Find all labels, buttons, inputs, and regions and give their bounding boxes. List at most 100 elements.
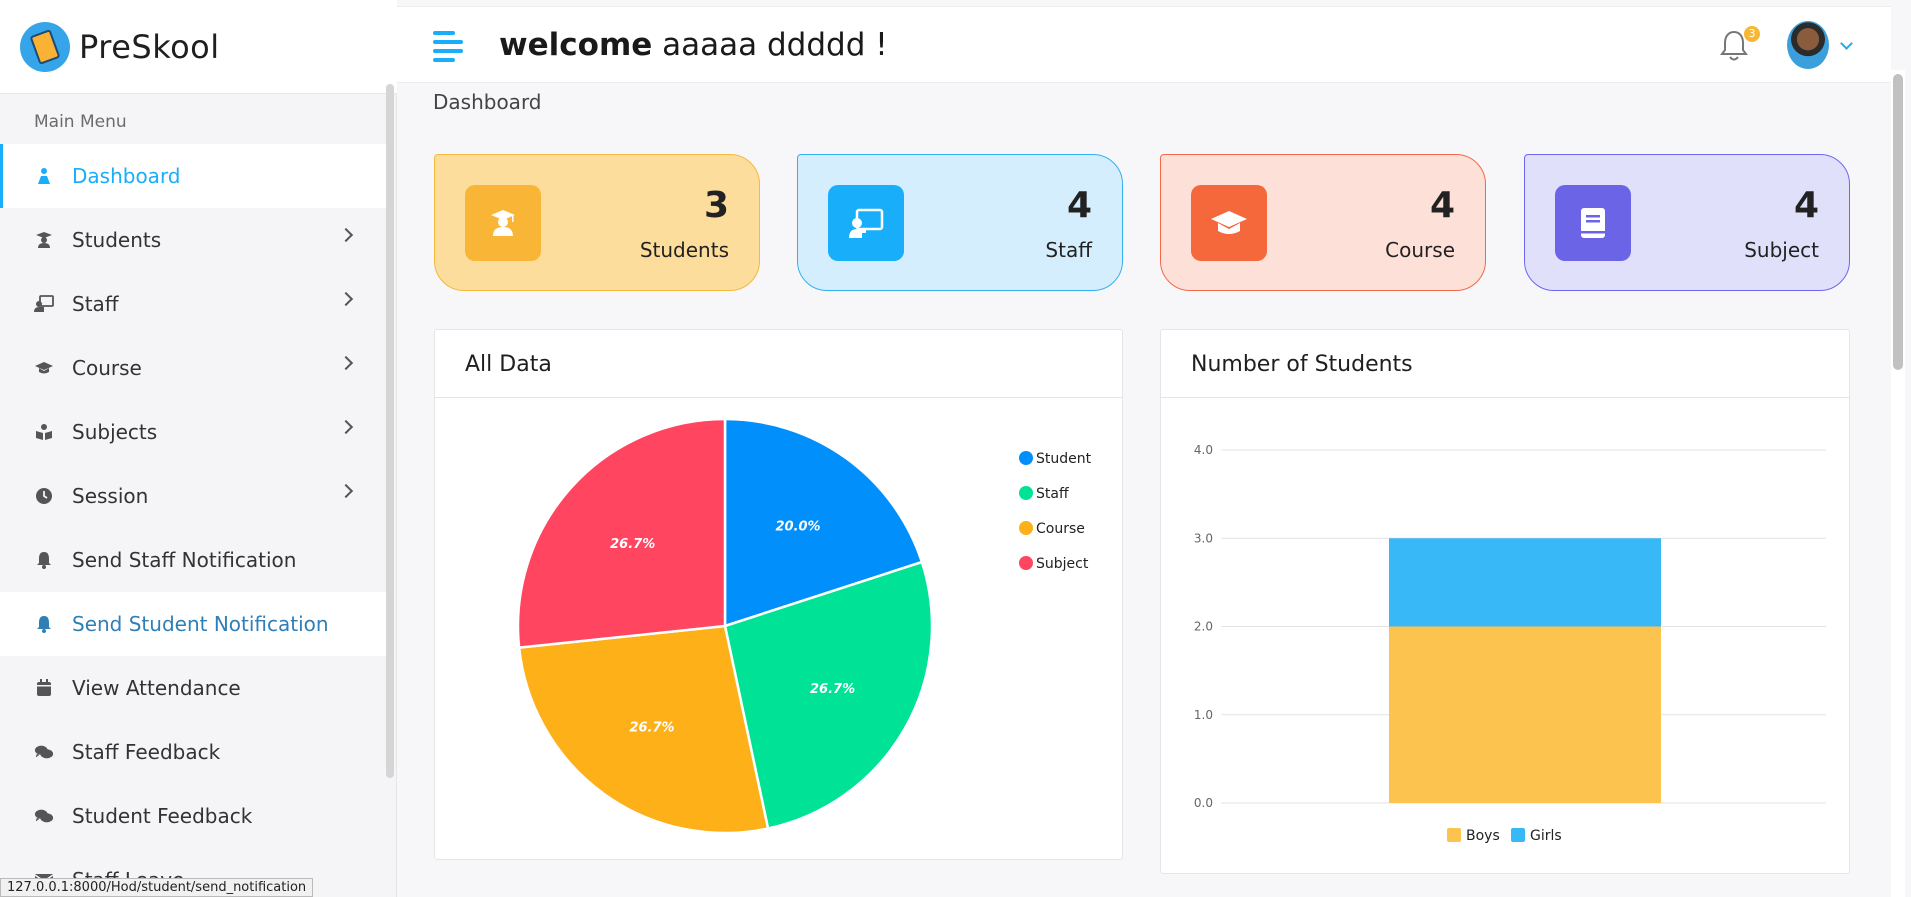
students-label: Students [639, 238, 729, 262]
pie-data-label: 26.7% [629, 720, 674, 735]
subject-count: 4 [1793, 185, 1819, 226]
book-icon [1555, 185, 1631, 261]
dashboard-icon [34, 166, 54, 186]
pie-slice-subject[interactable] [516, 417, 727, 650]
chevron-right-icon[interactable] [338, 291, 354, 307]
sidebar-item-label: Subjects [72, 420, 158, 444]
top-header: welcome aaaaa ddddd ! 3 [397, 6, 1891, 83]
students-chart-panel: Number of Students 0.0 1.0 2.0 3.0 4.0 Boys Gi… [1160, 329, 1850, 874]
legend-marker[interactable] [1019, 486, 1033, 500]
bar-segment-boys[interactable] [1389, 626, 1661, 804]
comments-icon [34, 742, 54, 762]
sidebar-item-label: Course [72, 356, 142, 380]
sidebar-item-dashboard[interactable]: Dashboard [0, 144, 386, 208]
mortarboard-icon [34, 358, 54, 378]
pie-data-label: 20.0% [775, 520, 820, 535]
staff-count: 4 [1066, 185, 1092, 226]
legend-marker[interactable] [1019, 521, 1033, 535]
menu-toggle-icon[interactable] [433, 31, 463, 62]
sidebar-item-course[interactable]: Course [0, 336, 386, 400]
brand-name: PreSkool [79, 27, 220, 66]
legend-marker[interactable] [1019, 451, 1033, 465]
legend-marker[interactable] [1511, 828, 1525, 842]
sidebar-item-staff-feedback[interactable]: Staff Feedback [0, 720, 386, 784]
book-reader-icon [34, 422, 54, 442]
legend-label[interactable]: Course [1036, 521, 1085, 537]
sidebar-item-label: Student Feedback [72, 804, 253, 828]
legend-label[interactable]: Staff [1036, 486, 1069, 502]
sidebar-scrollbar[interactable] [386, 84, 394, 778]
welcome-word: welcome [499, 27, 653, 63]
bell-icon [34, 614, 54, 634]
calendar-icon [34, 678, 54, 698]
subject-label: Subject [1744, 238, 1819, 262]
students-stat-card[interactable]: 3 Students [434, 154, 760, 291]
sidebar-item-view-attendance[interactable]: View Attendance [0, 656, 386, 720]
students-count: 3 [703, 185, 729, 226]
y-tick-label: 3.0 [1194, 531, 1213, 545]
welcome-text: welcome aaaaa ddddd ! [499, 27, 888, 63]
main-menu: Main Menu Dashboard Students Staff Course Su… [0, 94, 386, 897]
graduate-icon [34, 230, 54, 250]
student-icon [465, 185, 541, 261]
status-url: 127.0.0.1:8000/Hod/student/send_notifica… [0, 878, 314, 897]
staff-stat-card[interactable]: 4 Staff [797, 154, 1123, 291]
legend-label[interactable]: Boys [1466, 828, 1500, 844]
y-tick-label: 4.0 [1194, 443, 1213, 457]
sidebar-item-label: Send Staff Notification [72, 548, 297, 572]
sidebar-item-send-staff-notification[interactable]: Send Staff Notification [0, 528, 386, 592]
logo-icon [20, 21, 70, 72]
course-stat-card[interactable]: 4 Course [1160, 154, 1486, 291]
legend-marker[interactable] [1019, 556, 1033, 570]
clock-icon [34, 486, 54, 506]
subject-stat-card[interactable]: 4 Subject [1524, 154, 1850, 291]
y-tick-label: 1.0 [1194, 708, 1213, 722]
comments-icon [34, 806, 54, 826]
chevron-down-icon[interactable] [1840, 37, 1853, 50]
chevron-right-icon[interactable] [338, 419, 354, 435]
sidebar-item-subjects[interactable]: Subjects [0, 400, 386, 464]
sidebar: PreSkool Main Menu Dashboard Students Staf… [0, 0, 397, 897]
menu-title: Main Menu [34, 112, 127, 132]
sidebar-item-staff[interactable]: Staff [0, 272, 386, 336]
sidebar-item-label: Students [72, 228, 162, 252]
teacher-board-icon [828, 185, 904, 261]
y-tick-label: 2.0 [1194, 620, 1213, 634]
sidebar-item-students[interactable]: Students [0, 208, 386, 272]
students-chart-title: Number of Students [1161, 330, 1849, 398]
main-scrollbar[interactable] [1891, 70, 1905, 897]
legend-label[interactable]: Student [1036, 451, 1092, 467]
chalkboard-teacher-icon [34, 294, 54, 314]
sidebar-item-send-student-notification[interactable]: Send Student Notification [0, 592, 386, 656]
pie-data-label: 26.7% [810, 682, 855, 697]
legend-marker[interactable] [1447, 828, 1461, 842]
legend-label[interactable]: Subject [1036, 556, 1089, 572]
students-bar-chart: 0.0 1.0 2.0 3.0 4.0 Boys Girls [1194, 443, 1826, 844]
sidebar-item-label: View Attendance [72, 676, 241, 700]
chevron-right-icon[interactable] [338, 355, 354, 371]
staff-label: Staff [1045, 238, 1092, 262]
bell-icon [34, 550, 54, 570]
course-count: 4 [1429, 185, 1455, 226]
sidebar-item-label: Staff Feedback [72, 740, 221, 764]
course-label: Course [1385, 238, 1455, 262]
pie-data-label: 26.7% [610, 537, 655, 552]
graduation-cap-icon [1191, 185, 1267, 261]
chevron-right-icon[interactable] [338, 227, 354, 243]
chevron-right-icon[interactable] [338, 483, 354, 499]
sidebar-item-session[interactable]: Session [0, 464, 386, 528]
sidebar-item-label: Session [72, 484, 149, 508]
legend-label[interactable]: Girls [1530, 828, 1562, 844]
sidebar-item-label: Staff [72, 292, 119, 316]
logo[interactable]: PreSkool [0, 0, 397, 94]
bar-segment-girls[interactable] [1389, 538, 1661, 627]
all-data-pie-chart: 20.0% 26.7% 26.7% 26.7% Student Staff Course Su… [516, 417, 1092, 835]
all-data-panel: All Data 20.0% 26.7% 26.7% 26.7% Student Staf… [434, 329, 1123, 860]
welcome-name: aaaaa ddddd ! [662, 27, 888, 63]
all-data-title: All Data [435, 330, 1122, 398]
sidebar-item-label: Dashboard [72, 164, 181, 188]
sidebar-item-student-feedback[interactable]: Student Feedback [0, 784, 386, 848]
sidebar-item-label: Send Student Notification [72, 612, 329, 636]
y-tick-label: 0.0 [1194, 796, 1213, 810]
user-avatar[interactable] [1787, 21, 1829, 69]
